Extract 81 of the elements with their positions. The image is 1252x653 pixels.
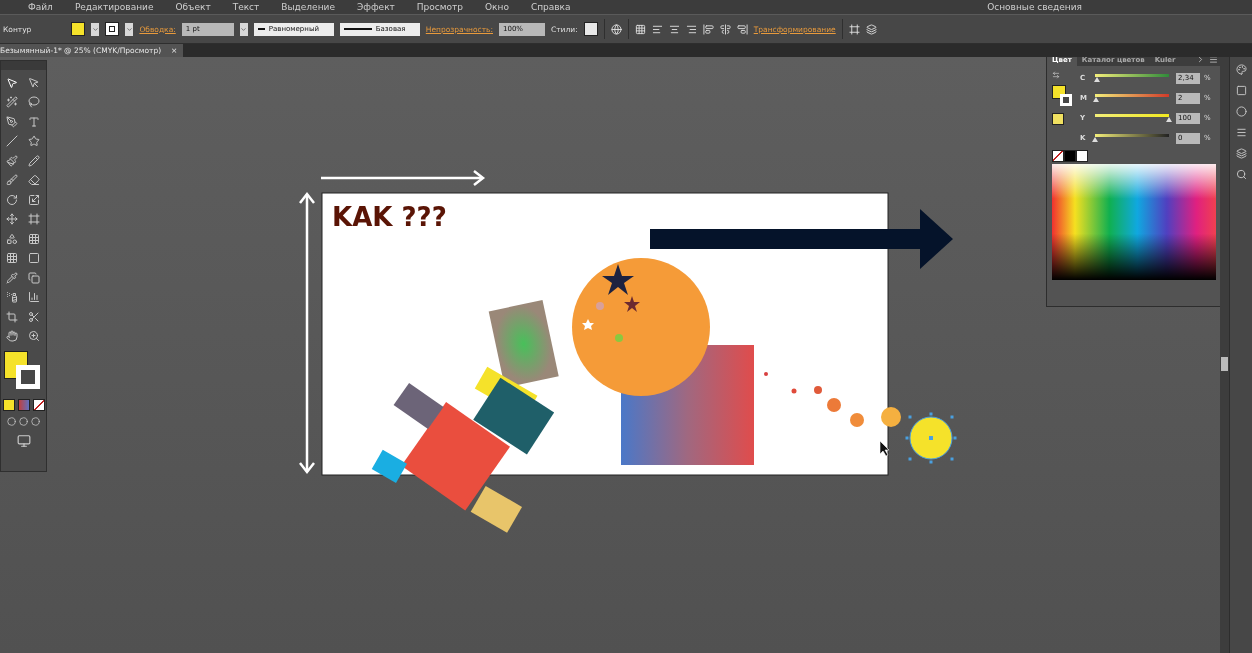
slider-thumb[interactable] <box>1093 77 1100 82</box>
slider-thumb[interactable] <box>1093 97 1100 102</box>
palette-icon[interactable] <box>1235 64 1247 75</box>
menu-item[interactable]: Выделение <box>281 2 335 12</box>
align-icon[interactable] <box>702 23 714 35</box>
color-spectrum[interactable] <box>1052 164 1216 280</box>
layers-icon[interactable] <box>865 23 877 35</box>
color-mode-button[interactable] <box>2 398 15 411</box>
dropdown-button[interactable] <box>239 22 248 36</box>
grid-icon[interactable] <box>634 23 646 35</box>
menu-item[interactable]: Объект <box>175 2 211 12</box>
paintbrush-icon[interactable] <box>5 154 18 167</box>
menu-item[interactable]: Текст <box>232 2 260 12</box>
color-swatch[interactable] <box>1052 113 1064 125</box>
swap-icon[interactable] <box>1052 71 1060 79</box>
align-icon[interactable] <box>736 23 748 35</box>
blend-icon[interactable] <box>27 271 40 284</box>
pencil-icon[interactable] <box>27 154 40 167</box>
circle-icon[interactable] <box>1235 106 1247 117</box>
shape-builder-icon[interactable] <box>5 232 18 245</box>
align-icon[interactable] <box>719 23 731 35</box>
lasso-icon[interactable] <box>27 96 40 108</box>
layers-icon[interactable] <box>1235 148 1247 159</box>
workspace-switcher[interactable]: Основные сведения <box>987 2 1082 12</box>
cursor-icon <box>879 440 890 457</box>
perspective-grid-icon[interactable] <box>27 232 40 245</box>
line-icon[interactable] <box>5 135 18 147</box>
menu-item[interactable]: Эффект <box>356 2 395 12</box>
selected-circle <box>905 412 957 464</box>
menu-item[interactable]: Просмотр <box>416 2 463 12</box>
stroke-line-icon <box>343 28 372 30</box>
hand-icon[interactable] <box>5 330 18 342</box>
graph-icon[interactable] <box>27 291 40 303</box>
pen-icon[interactable] <box>5 115 18 128</box>
artboard-icon[interactable] <box>5 310 18 323</box>
styles-swatch[interactable] <box>583 22 598 36</box>
align-icon[interactable] <box>651 23 663 35</box>
search-icon[interactable] <box>1235 169 1247 180</box>
star-icon[interactable] <box>27 135 40 147</box>
align-icon[interactable] <box>668 23 680 35</box>
frame-icon[interactable] <box>848 23 860 35</box>
eyedropper-icon[interactable] <box>5 271 18 284</box>
caret-icon <box>91 25 99 33</box>
menu-item[interactable]: Файл <box>28 2 53 12</box>
scale-icon[interactable] <box>27 193 40 206</box>
stroke-swatch[interactable] <box>105 22 120 36</box>
expand-icon[interactable] <box>1196 57 1205 64</box>
selection-icon[interactable] <box>5 76 18 89</box>
caret-icon <box>125 25 133 33</box>
color-swatch[interactable] <box>1076 150 1088 162</box>
square-icon[interactable] <box>1235 85 1247 96</box>
gradient-mode-button[interactable] <box>17 398 30 411</box>
free-transform-icon[interactable] <box>27 213 40 225</box>
menu-icon[interactable] <box>1235 127 1247 138</box>
none-mode-button[interactable] <box>32 398 45 411</box>
eraser-icon[interactable] <box>27 174 40 186</box>
slider-thumb[interactable] <box>1092 137 1098 142</box>
menu-icon[interactable] <box>1209 57 1218 64</box>
type-icon[interactable] <box>27 115 40 128</box>
align-icon[interactable] <box>685 23 697 35</box>
zoom-icon[interactable] <box>27 330 40 342</box>
menu-item[interactable]: Окно <box>485 2 509 12</box>
dropdown-button[interactable] <box>91 22 100 36</box>
magic-wand-icon[interactable] <box>5 96 18 108</box>
color-swatch[interactable] <box>1064 150 1076 162</box>
scrollbar-thumb[interactable] <box>1221 357 1228 371</box>
caret-icon <box>240 25 248 33</box>
dropdown-button[interactable] <box>125 22 134 36</box>
artboard-heading: KAK ??? <box>332 202 447 232</box>
globe-icon[interactable] <box>610 23 622 35</box>
rotate-icon[interactable] <box>5 193 18 206</box>
menu-item[interactable]: Редактирование <box>74 2 154 12</box>
mesh-icon[interactable] <box>5 252 18 264</box>
screen-mode-icon[interactable] <box>16 433 31 448</box>
direct-selection-icon[interactable] <box>27 76 40 89</box>
blob-brush-icon[interactable] <box>5 174 18 186</box>
fill-swatch[interactable] <box>71 22 86 36</box>
symbol-sprayer-icon[interactable] <box>5 291 18 303</box>
slice-icon[interactable] <box>27 310 40 323</box>
none-swatch[interactable] <box>1052 150 1064 162</box>
menu-item[interactable]: Справка <box>530 2 571 12</box>
